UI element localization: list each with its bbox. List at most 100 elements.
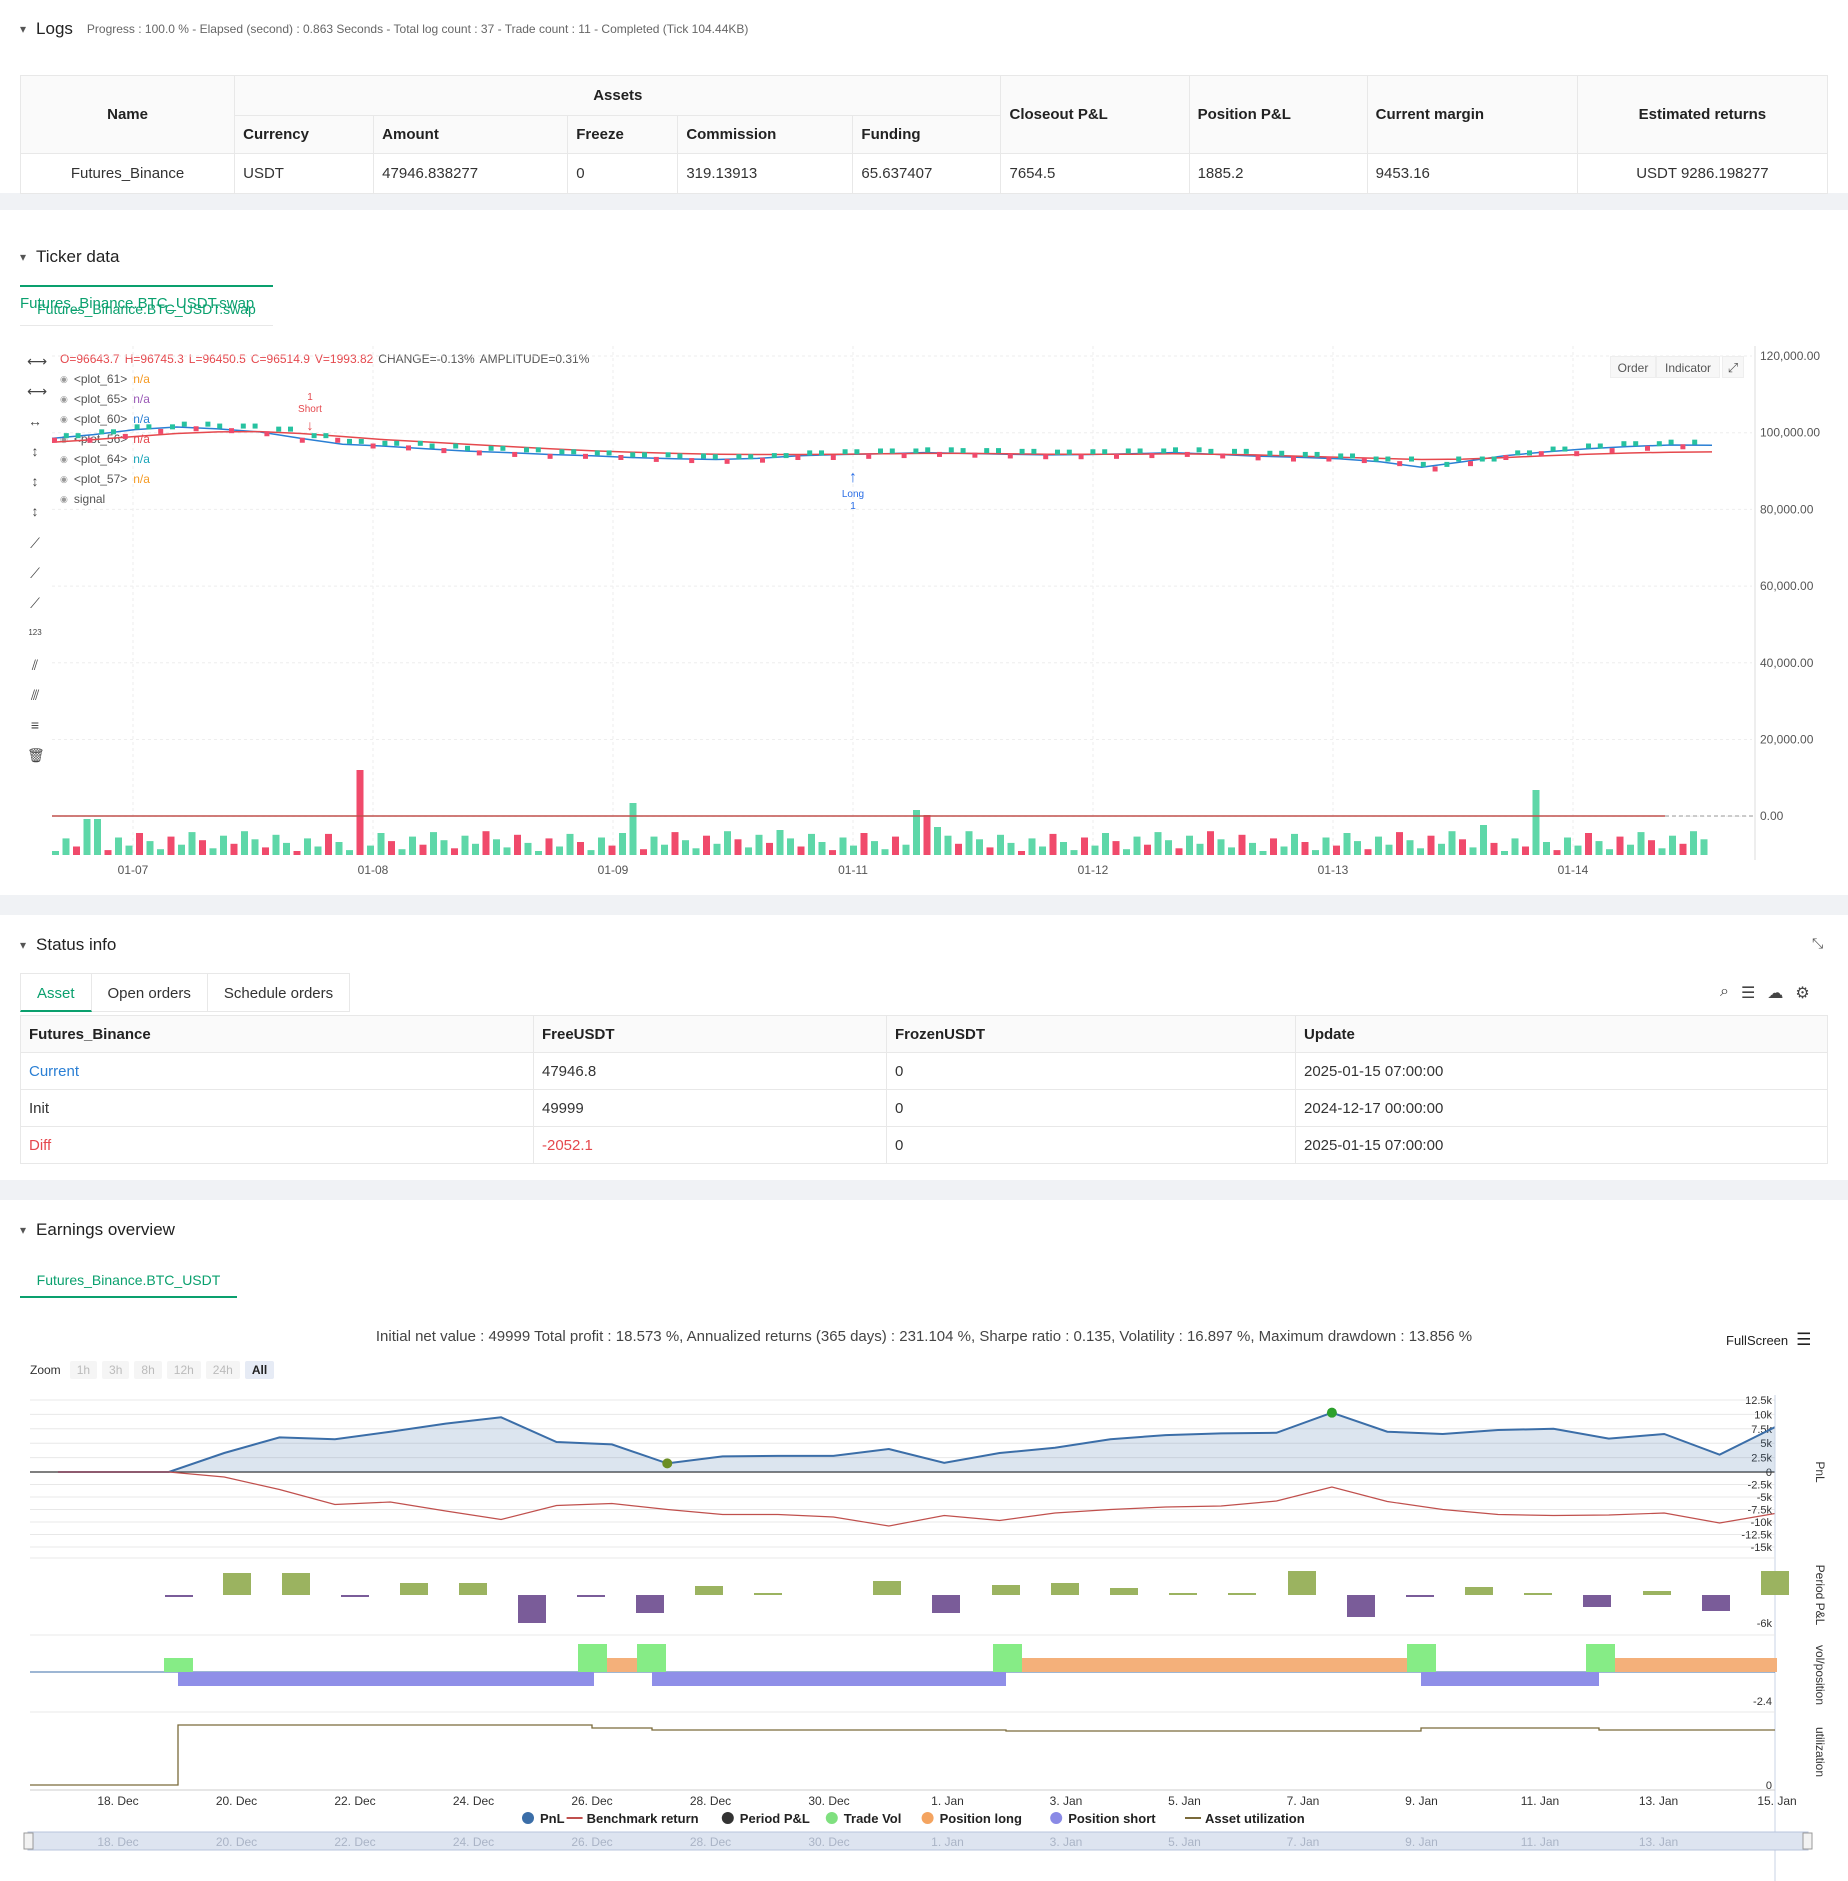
volume-bar	[1228, 847, 1235, 855]
period-bar	[459, 1583, 487, 1595]
volume-bar	[1291, 833, 1298, 855]
candle	[1562, 446, 1568, 452]
volume-bar	[377, 833, 385, 855]
volume-bar	[283, 842, 290, 855]
candlestick-chart[interactable]: 120,000.00100,000.0080,000.0060,000.0040…	[0, 210, 1848, 895]
legend-label[interactable]: Position long	[940, 1811, 1022, 1826]
x-tick-label: 5. Jan	[1168, 1794, 1201, 1808]
volume-bar	[1553, 850, 1561, 855]
y-tick-label: 12.5k	[1745, 1395, 1772, 1407]
candle	[653, 456, 659, 462]
status-tabs: Asset Open orders Schedule orders	[20, 973, 351, 1012]
legend-label[interactable]: Trade Vol	[844, 1811, 902, 1826]
volume-bar	[1459, 839, 1466, 855]
vol-axis-label: -2.4	[1753, 1696, 1772, 1708]
volume-bar	[556, 846, 563, 855]
volume-bar	[1669, 835, 1676, 855]
candle	[1137, 448, 1143, 454]
legend-label[interactable]: Position short	[1068, 1811, 1156, 1826]
legend-marker[interactable]	[921, 1812, 934, 1824]
search-icon[interactable]: ⌕	[1720, 983, 1729, 1003]
row-amount: 47946.838277	[373, 153, 569, 194]
tab-schedule-orders[interactable]: Schedule orders	[207, 973, 351, 1012]
earnings-chart[interactable]: 12.5k10k7.5k5k2.5k0-2.5k-5k-7.5k-10k-12.…	[0, 1200, 1848, 1881]
volume-bar	[1091, 845, 1099, 855]
period-bar	[165, 1595, 193, 1597]
candle	[689, 458, 695, 464]
legend-marker[interactable]	[825, 1812, 838, 1824]
volume-bar	[1028, 838, 1036, 855]
volume-bar	[482, 831, 490, 855]
candle	[677, 453, 683, 459]
legend-marker[interactable]	[1050, 1812, 1063, 1824]
candle	[1326, 456, 1332, 462]
gear-icon[interactable]: ⚙	[1795, 983, 1809, 1003]
chevron-down-icon[interactable]: ▾	[20, 938, 26, 952]
volume-bar	[881, 849, 889, 855]
y-tick-label: -10k	[1751, 1517, 1773, 1529]
volume-bar	[818, 842, 826, 855]
volume-bar	[461, 835, 469, 855]
freeze-header: Freeze	[567, 115, 679, 154]
volume-bar	[923, 815, 931, 855]
navigator-handle-left[interactable]	[23, 1832, 34, 1850]
legend-label[interactable]: Period P&L	[740, 1811, 810, 1826]
y-tick-label: 40,000.00	[1760, 656, 1814, 670]
y-tick-label: -2.5k	[1748, 1480, 1773, 1492]
volume-bar	[1133, 836, 1141, 855]
legend-label[interactable]: Asset utilization	[1205, 1811, 1305, 1826]
row-label[interactable]: Current	[20, 1052, 534, 1090]
status-header[interactable]: ▾ Status info	[20, 935, 116, 955]
navigator-tick-label: 7. Jan	[1287, 1835, 1320, 1849]
tab-asset[interactable]: Asset	[20, 973, 92, 1012]
candle	[288, 426, 293, 432]
navigator-tick-label: 22. Dec	[334, 1835, 375, 1849]
chevron-down-icon[interactable]: ▾	[20, 22, 26, 36]
volume-bar	[976, 839, 983, 855]
navigator-tick-label: 13. Jan	[1639, 1835, 1678, 1849]
candle	[229, 428, 234, 434]
legend-marker[interactable]	[522, 1812, 534, 1824]
volume-bar	[1301, 842, 1309, 855]
candle	[878, 448, 883, 454]
candle	[795, 454, 801, 460]
volume-bar	[52, 851, 59, 855]
cloud-download-icon[interactable]: ☁	[1767, 983, 1783, 1003]
candle	[1196, 447, 1202, 453]
navigator-handle-right[interactable]	[1802, 1832, 1813, 1850]
volume-bar	[1480, 825, 1487, 855]
candle	[1538, 451, 1544, 457]
candle	[1232, 448, 1237, 454]
candle	[1385, 456, 1391, 462]
legend-marker[interactable]	[721, 1812, 734, 1824]
volume-bar	[209, 848, 217, 855]
legend-label[interactable]: PnL	[540, 1811, 565, 1826]
candle	[1550, 446, 1556, 452]
legend-label[interactable]: Benchmark return	[587, 1811, 699, 1826]
volume-bar	[1007, 842, 1015, 855]
list-icon[interactable]: ☰	[1741, 983, 1755, 1003]
x-tick-label: 1. Jan	[931, 1794, 964, 1808]
candle	[134, 424, 140, 430]
volume-bar	[1375, 836, 1382, 855]
logs-title: Logs	[36, 19, 73, 38]
tab-open-orders[interactable]: Open orders	[91, 973, 208, 1012]
candle	[819, 450, 824, 456]
volume-bar	[1396, 832, 1403, 855]
volume-bar	[1501, 851, 1508, 855]
volume-bar	[1154, 832, 1162, 855]
volume-bar	[608, 845, 616, 855]
candle	[370, 443, 376, 449]
collapse-icon[interactable]: ⤡	[1812, 935, 1823, 952]
volume-bar	[94, 819, 101, 855]
candle	[170, 424, 175, 430]
candle	[99, 429, 105, 435]
logs-header[interactable]: ▾ Logs Progress : 100.0 % - Elapsed (sec…	[20, 19, 748, 39]
candle	[948, 447, 954, 453]
candle	[866, 453, 872, 459]
volume-bar	[325, 833, 332, 855]
candle	[571, 449, 577, 455]
y-tick-label: -12.5k	[1741, 1530, 1772, 1542]
volume-bar	[577, 842, 584, 855]
col-exchange: Futures_Binance	[20, 1015, 534, 1053]
